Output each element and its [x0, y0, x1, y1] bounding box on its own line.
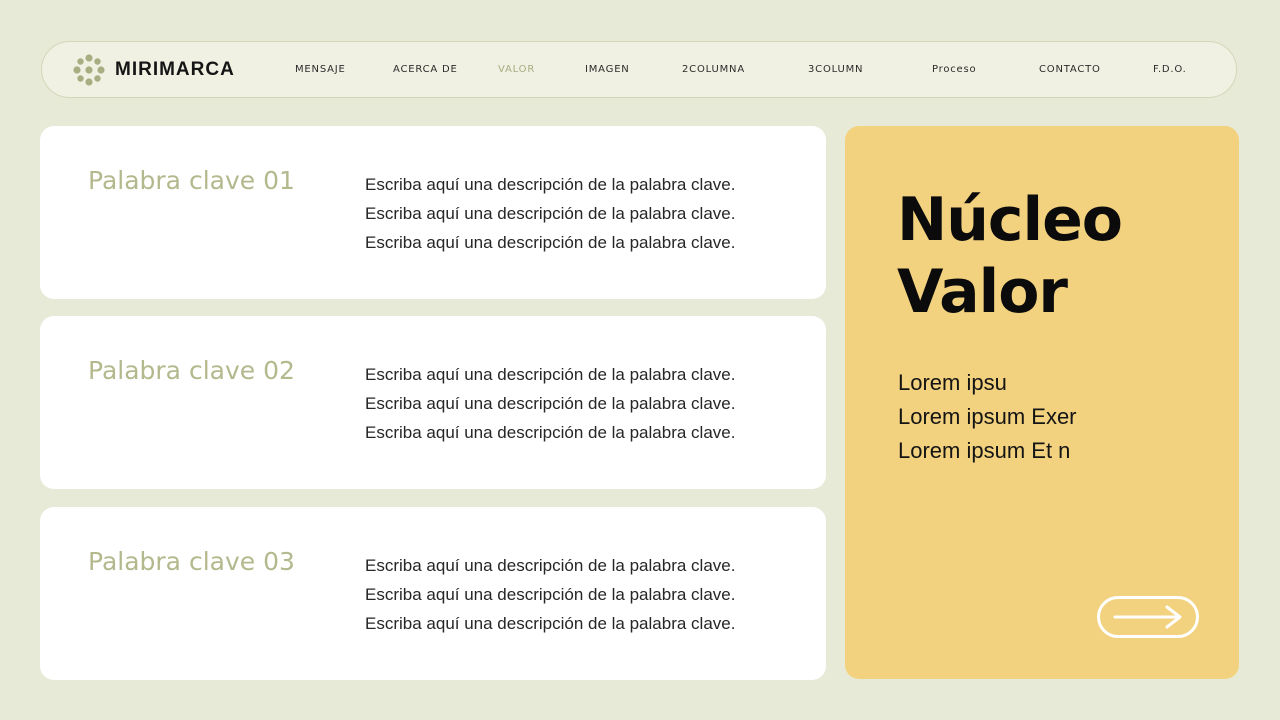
keyword-description: Escriba aquí una descripción de la palab…: [365, 360, 735, 447]
keyword-description: Escriba aquí una descripción de la palab…: [365, 551, 735, 638]
description-line: Escriba aquí una descripción de la palab…: [365, 614, 736, 633]
panel-text-line: Lorem ipsum Exer: [898, 404, 1077, 429]
panel-title-line-1: Núcleo: [897, 185, 1123, 255]
nav-item-2columna[interactable]: 2COLUMNA: [682, 63, 745, 77]
nav-item-acerca-de[interactable]: ACERCA DE: [393, 63, 458, 77]
keyword-description: Escriba aquí una descripción de la palab…: [365, 170, 735, 257]
nav-item-fdo[interactable]: F.D.O.: [1153, 63, 1187, 77]
next-arrow-button[interactable]: [1097, 596, 1199, 638]
panel-text-line: Lorem ipsu: [898, 370, 1007, 395]
core-value-panel: Núcleo Valor Lorem ipsu Lorem ipsum Exer…: [845, 126, 1239, 679]
panel-title: Núcleo Valor: [897, 184, 1123, 328]
nav-item-proceso[interactable]: Proceso: [932, 63, 976, 77]
flower-dots-icon: [73, 54, 105, 86]
keyword-card-1: Palabra clave 01 Escriba aquí una descri…: [40, 126, 826, 299]
keyword-card-3: Palabra clave 03 Escriba aquí una descri…: [40, 507, 826, 680]
top-navigation-bar: MIRIMARCA MENSAJE ACERCA DE VALOR IMAGEN…: [41, 41, 1237, 98]
description-line: Escriba aquí una descripción de la palab…: [365, 556, 736, 575]
keyword-title: Palabra clave 02: [88, 356, 295, 385]
description-line: Escriba aquí una descripción de la palab…: [365, 365, 736, 384]
description-line: Escriba aquí una descripción de la palab…: [365, 175, 736, 194]
arrow-right-icon: [1097, 596, 1199, 638]
description-line: Escriba aquí una descripción de la palab…: [365, 204, 736, 223]
nav-item-valor[interactable]: VALOR: [498, 63, 535, 77]
nav-item-contacto[interactable]: CONTACTO: [1039, 63, 1101, 77]
description-line: Escriba aquí una descripción de la palab…: [365, 394, 736, 413]
panel-text-line: Lorem ipsum Et n: [898, 438, 1071, 463]
panel-title-line-2: Valor: [897, 257, 1068, 327]
description-line: Escriba aquí una descripción de la palab…: [365, 233, 736, 252]
nav-item-imagen[interactable]: IMAGEN: [585, 63, 630, 77]
description-line: Escriba aquí una descripción de la palab…: [365, 585, 736, 604]
keyword-title: Palabra clave 03: [88, 547, 295, 576]
panel-text: Lorem ipsu Lorem ipsum Exer Lorem ipsum …: [898, 366, 1077, 468]
description-line: Escriba aquí una descripción de la palab…: [365, 423, 736, 442]
brand[interactable]: MIRIMARCA: [73, 53, 235, 87]
nav-item-mensaje[interactable]: MENSAJE: [295, 63, 346, 77]
nav-item-3column[interactable]: 3COLUMN: [808, 63, 863, 77]
keyword-card-2: Palabra clave 02 Escriba aquí una descri…: [40, 316, 826, 489]
brand-name: MIRIMARCA: [115, 59, 235, 80]
keyword-title: Palabra clave 01: [88, 166, 295, 195]
